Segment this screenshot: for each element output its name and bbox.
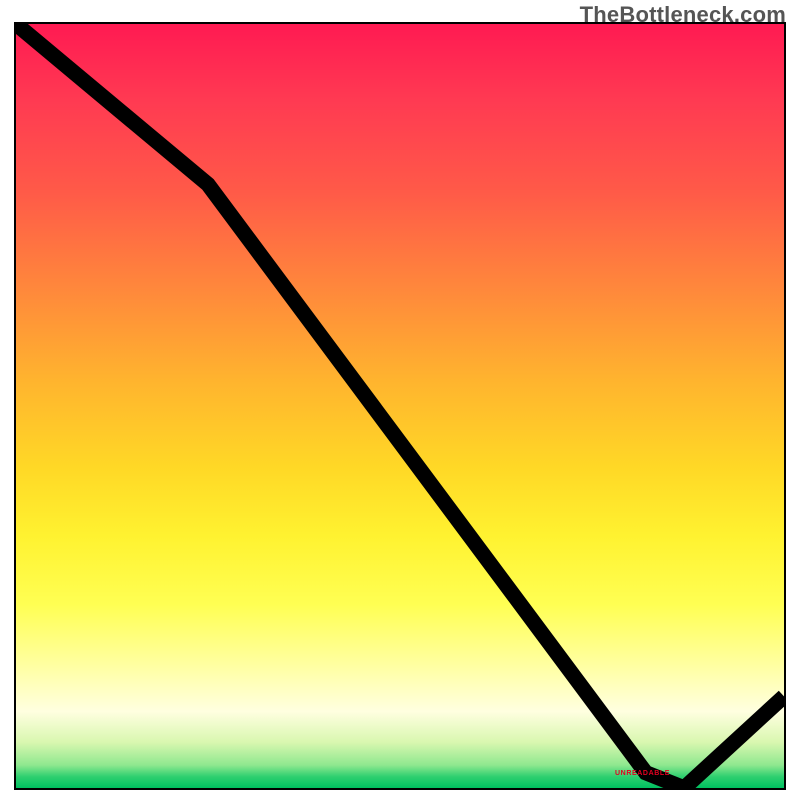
line-chart-svg bbox=[16, 24, 784, 788]
plot-area: UNREADABLE bbox=[14, 22, 786, 790]
data-curve bbox=[16, 24, 784, 788]
chart-container: TheBottleneck.com UNREADABLE bbox=[0, 0, 800, 800]
red-axis-label: UNREADABLE bbox=[615, 770, 670, 777]
